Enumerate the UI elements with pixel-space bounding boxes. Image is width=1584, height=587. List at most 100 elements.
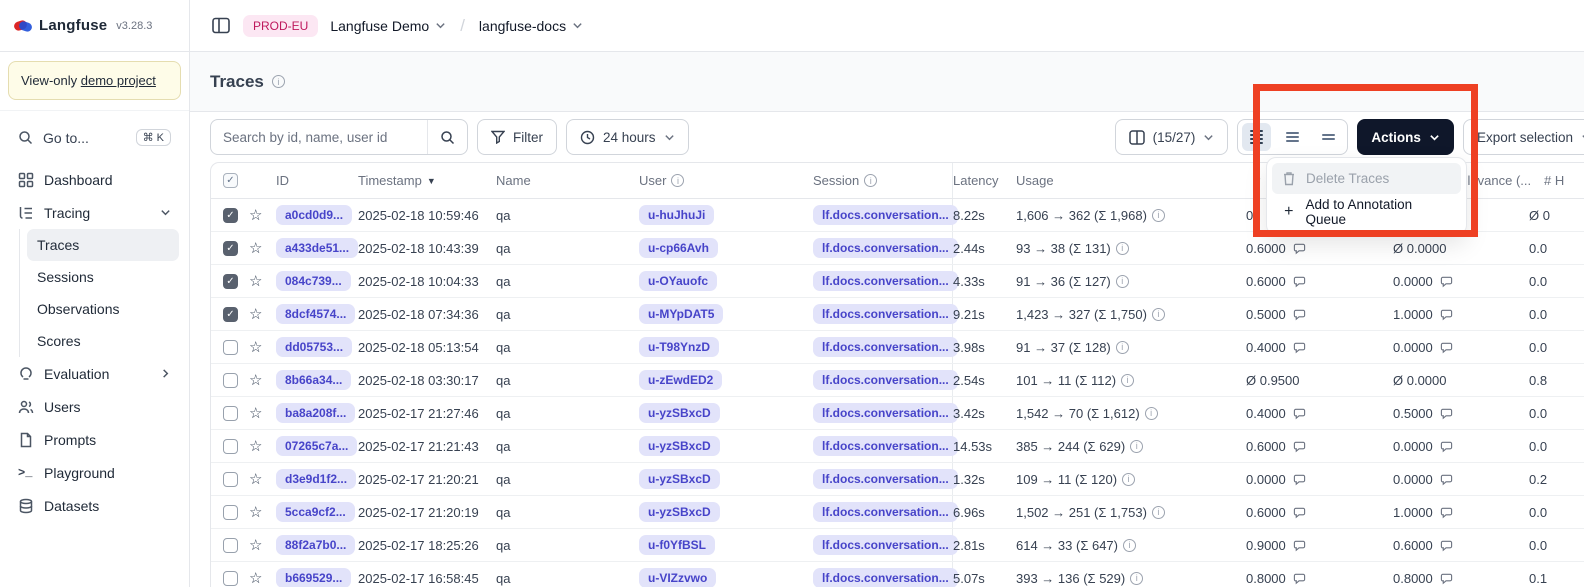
select-all-checkbox[interactable]: ✓: [223, 173, 238, 188]
search-submit[interactable]: [427, 120, 467, 154]
row-checkbox[interactable]: [223, 373, 238, 388]
user-badge[interactable]: u-yzSBxcD: [639, 469, 720, 489]
user-badge[interactable]: u-T98YnzD: [639, 337, 719, 357]
row-height-tall-button[interactable]: [1314, 123, 1343, 151]
user-badge[interactable]: u-huJhuJi: [639, 205, 714, 225]
trace-id-badge[interactable]: a433de51...: [276, 238, 358, 258]
header-hidden-score-fragment: #: [1253, 163, 1260, 198]
session-badge[interactable]: lf.docs.conversation...: [813, 535, 958, 555]
project-switcher[interactable]: langfuse-docs: [479, 18, 583, 34]
trace-id-badge[interactable]: d3e9d1f2...: [276, 469, 356, 489]
session-badge[interactable]: lf.docs.conversation...: [813, 568, 958, 587]
row-checkbox[interactable]: [223, 505, 238, 520]
bookmark-star-icon[interactable]: ☆: [249, 373, 262, 388]
user-badge[interactable]: u-yzSBxcD: [639, 403, 720, 423]
sidebar-item-traces[interactable]: Traces: [27, 229, 179, 261]
row-checkbox[interactable]: [223, 406, 238, 421]
demo-project-link[interactable]: demo project: [81, 73, 156, 88]
menu-item-add-to-annotation-queue[interactable]: + Add to Annotation Queue: [1272, 196, 1461, 227]
row-height-medium-button[interactable]: [1278, 123, 1307, 151]
comment-bubble-icon: [1293, 506, 1306, 519]
column-visibility-button[interactable]: (15/27): [1115, 119, 1229, 155]
bookmark-star-icon[interactable]: ☆: [249, 439, 262, 454]
row-checkbox[interactable]: [223, 571, 238, 586]
session-badge[interactable]: lf.docs.conversation...: [813, 304, 958, 324]
user-badge[interactable]: u-yzSBxcD: [639, 502, 720, 522]
menu-item-delete-traces[interactable]: Delete Traces: [1272, 163, 1461, 194]
trace-id-badge[interactable]: 084c739...: [276, 271, 351, 291]
topbar: PROD-EU Langfuse Demo / langfuse-docs: [190, 0, 1584, 52]
sidebar-item-dashboard[interactable]: Dashboard: [10, 163, 179, 196]
trace-id-badge[interactable]: 07265c7a...: [276, 436, 357, 456]
session-badge[interactable]: lf.docs.conversation...: [813, 469, 958, 489]
user-badge[interactable]: u-OYauofc: [639, 271, 717, 291]
bookmark-star-icon[interactable]: ☆: [249, 340, 262, 355]
trace-id-badge[interactable]: a0cd0d9...: [276, 205, 352, 225]
trace-id-badge[interactable]: 8dcf4574...: [276, 304, 355, 324]
session-badge[interactable]: lf.docs.conversation...: [813, 403, 958, 423]
row-checkbox[interactable]: ✓: [223, 307, 238, 322]
bookmark-star-icon[interactable]: ☆: [249, 406, 262, 421]
bookmark-star-icon[interactable]: ☆: [249, 505, 262, 520]
row-checkbox[interactable]: [223, 340, 238, 355]
user-badge[interactable]: u-cp66Avh: [639, 238, 718, 258]
bookmark-star-icon[interactable]: ☆: [249, 538, 262, 553]
tracing-subnav: Traces Sessions Observations Scores: [19, 229, 179, 357]
trace-id-badge[interactable]: 88f2a7b0...: [276, 535, 355, 555]
bookmark-star-icon[interactable]: ☆: [249, 571, 262, 586]
user-badge[interactable]: u-MYpDAT5: [639, 304, 723, 324]
bookmark-star-icon[interactable]: ☆: [249, 208, 262, 223]
trash-icon: [1282, 171, 1296, 186]
export-selection-button[interactable]: Export selection: [1463, 119, 1584, 155]
trace-id-badge[interactable]: b669529...: [276, 568, 351, 587]
session-badge[interactable]: lf.docs.conversation...: [813, 337, 958, 357]
trace-id-badge[interactable]: 5cca9cf2...: [276, 502, 355, 522]
session-badge[interactable]: lf.docs.conversation...: [813, 271, 958, 291]
table-row: ✓☆084c739...2025-02-18 10:04:33qau-OYauo…: [211, 265, 1584, 298]
sidebar-item-scores[interactable]: Scores: [27, 325, 179, 357]
row-checkbox[interactable]: ✓: [223, 208, 238, 223]
sidebar-item-evaluation[interactable]: Evaluation: [10, 357, 179, 390]
user-badge[interactable]: u-VIZzvwo: [639, 568, 716, 587]
sidebar-item-tracing[interactable]: Tracing: [10, 196, 179, 229]
bookmark-star-icon[interactable]: ☆: [249, 241, 262, 256]
session-badge[interactable]: lf.docs.conversation...: [813, 436, 958, 456]
sidebar-item-prompts[interactable]: Prompts: [10, 423, 179, 456]
sidebar-item-observations[interactable]: Observations: [27, 293, 179, 325]
actions-button[interactable]: Actions: [1357, 119, 1454, 155]
latency-cell: 2.44s: [953, 232, 1016, 264]
header-timestamp[interactable]: Timestamp▼: [358, 163, 496, 198]
session-badge[interactable]: lf.docs.conversation...: [813, 502, 958, 522]
row-checkbox[interactable]: [223, 538, 238, 553]
time-range-button[interactable]: 24 hours: [566, 119, 689, 155]
user-badge[interactable]: u-yzSBxcD: [639, 436, 720, 456]
sidebar-item-sessions[interactable]: Sessions: [27, 261, 179, 293]
row-checkbox[interactable]: ✓: [223, 274, 238, 289]
org-switcher[interactable]: Langfuse Demo: [330, 18, 446, 34]
row-checkbox[interactable]: [223, 439, 238, 454]
row-checkbox[interactable]: ✓: [223, 241, 238, 256]
trace-id-badge[interactable]: ba8a208f...: [276, 403, 355, 423]
row-height-compact-button[interactable]: [1242, 123, 1271, 151]
bookmark-star-icon[interactable]: ☆: [249, 307, 262, 322]
filter-button[interactable]: Filter: [477, 119, 557, 155]
header-session: Sessioni: [813, 163, 953, 198]
search-input[interactable]: [211, 130, 427, 145]
sidebar-item-datasets[interactable]: Datasets: [10, 489, 179, 522]
row-checkbox[interactable]: [223, 472, 238, 487]
score-cell-2: 0.0000: [1393, 463, 1529, 495]
score-cell-2: Ø 0.0000: [1393, 364, 1529, 396]
session-badge[interactable]: lf.docs.conversation...: [813, 238, 958, 258]
user-badge[interactable]: u-f0YfBSL: [639, 535, 715, 555]
trace-id-badge[interactable]: dd05753...: [276, 337, 352, 357]
session-badge[interactable]: lf.docs.conversation...: [813, 370, 958, 390]
sidebar-item-playground[interactable]: >_ Playground: [10, 456, 179, 489]
sidebar-toggle-icon[interactable]: [212, 17, 231, 34]
trace-id-badge[interactable]: 8b66a34...: [276, 370, 351, 390]
session-badge[interactable]: lf.docs.conversation...: [813, 205, 958, 225]
bookmark-star-icon[interactable]: ☆: [249, 472, 262, 487]
goto-search[interactable]: Go to... ⌘ K: [10, 121, 179, 154]
bookmark-star-icon[interactable]: ☆: [249, 274, 262, 289]
sidebar-item-users[interactable]: Users: [10, 390, 179, 423]
user-badge[interactable]: u-zEwdED2: [639, 370, 722, 390]
